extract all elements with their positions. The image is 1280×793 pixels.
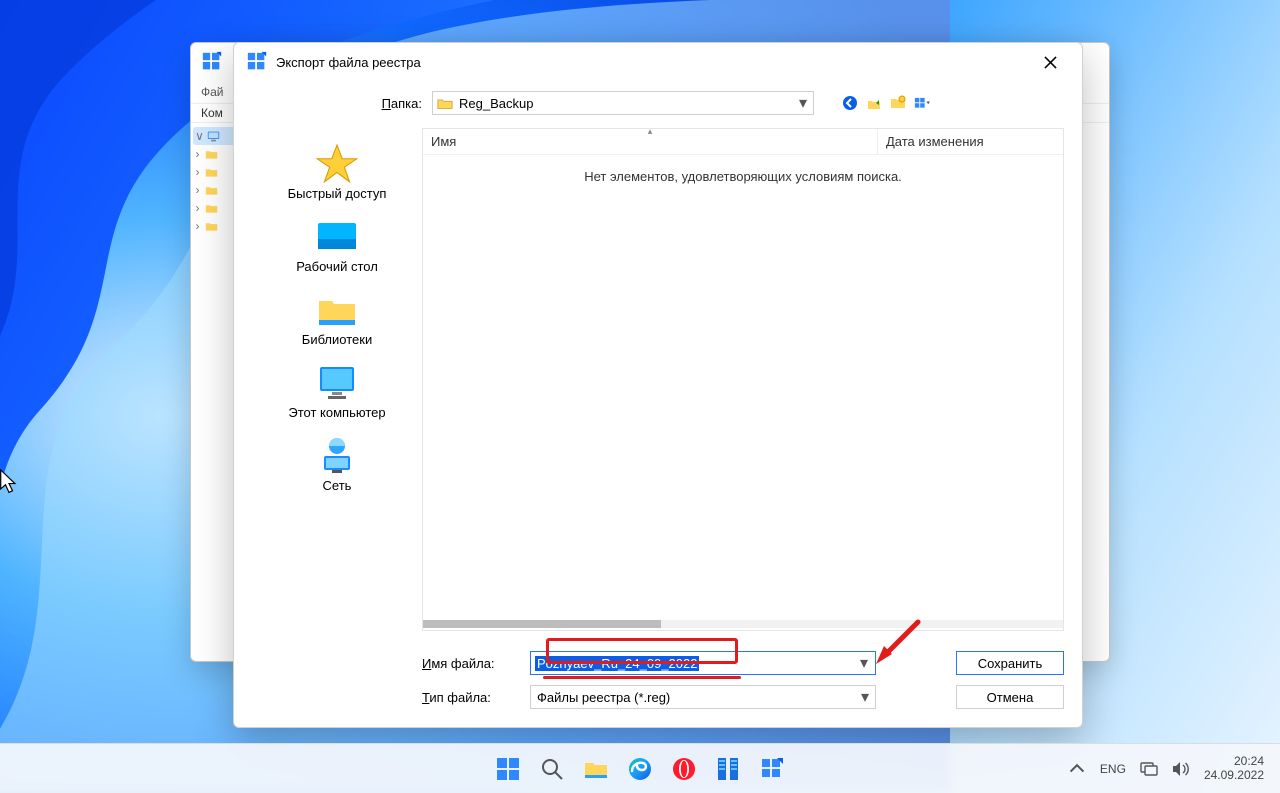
network-icon bbox=[316, 436, 358, 476]
opera-icon[interactable] bbox=[671, 756, 697, 782]
go-back-icon[interactable] bbox=[842, 95, 858, 111]
folder-icon bbox=[205, 202, 218, 215]
mouse-cursor-icon bbox=[0, 470, 18, 496]
tray-network-icon[interactable] bbox=[1140, 760, 1158, 778]
filetype-label: Тип файла: bbox=[422, 690, 516, 705]
filetype-value: Файлы реестра (*.reg) bbox=[537, 690, 861, 705]
sort-asc-icon: ▴ bbox=[648, 126, 653, 137]
folder-icon bbox=[205, 166, 218, 179]
save-button[interactable]: Сохранить bbox=[956, 651, 1064, 675]
nav-desktop[interactable]: Рабочий стол bbox=[296, 219, 378, 274]
folder-icon bbox=[437, 97, 453, 110]
filename-label: Имя файла: bbox=[422, 656, 516, 671]
views-menu-icon[interactable] bbox=[914, 95, 930, 111]
folder-icon bbox=[205, 184, 218, 197]
filetype-combobox[interactable]: Файлы реестра (*.reg) ▾ bbox=[530, 685, 876, 709]
libraries-icon bbox=[316, 293, 358, 327]
new-folder-icon[interactable] bbox=[890, 95, 906, 111]
nav-this-pc[interactable]: Этот компьютер bbox=[288, 365, 385, 420]
explorer-icon[interactable] bbox=[583, 756, 609, 782]
file-list[interactable]: ▴ Имя Дата изменения Нет элементов, удов… bbox=[422, 128, 1064, 631]
filename-value: Poznyaev_Ru_24_09_2022 bbox=[535, 656, 699, 671]
dialog-title: Экспорт файла реестра bbox=[276, 55, 421, 70]
computer-icon bbox=[207, 130, 220, 143]
regedit-app-icon bbox=[246, 51, 268, 73]
edge-icon[interactable] bbox=[627, 756, 653, 782]
search-icon[interactable] bbox=[539, 756, 565, 782]
nav-quick-access[interactable]: Быстрый доступ bbox=[288, 146, 387, 201]
monitor-icon bbox=[316, 364, 358, 402]
regedit-app-icon bbox=[201, 51, 223, 73]
cancel-button[interactable]: Отмена bbox=[956, 685, 1064, 709]
star-icon bbox=[316, 144, 358, 184]
tray-volume-icon[interactable] bbox=[1172, 760, 1190, 778]
tray-language[interactable]: ENG bbox=[1100, 762, 1126, 776]
chevron-down-icon: ▾ bbox=[853, 653, 875, 673]
export-registry-dialog: Экспорт файла реестра Папка: Reg_Backup … bbox=[233, 42, 1083, 728]
folder-combobox[interactable]: Reg_Backup ▾ bbox=[432, 91, 814, 115]
tray-clock[interactable]: 20:24 24.09.2022 bbox=[1204, 755, 1264, 783]
folder-icon bbox=[205, 148, 218, 161]
chevron-down-icon: ▾ bbox=[861, 687, 869, 707]
nav-network[interactable]: Сеть bbox=[316, 438, 358, 493]
desktop-icon bbox=[316, 221, 358, 253]
chevron-down-icon[interactable]: ∨ bbox=[195, 129, 204, 143]
app-icon[interactable] bbox=[715, 756, 741, 782]
filename-combobox[interactable]: Poznyaev_Ru_24_09_2022 ▾ bbox=[530, 651, 876, 675]
regedit-taskbar-icon[interactable] bbox=[759, 756, 785, 782]
close-button[interactable] bbox=[1030, 47, 1070, 77]
start-button[interactable] bbox=[495, 756, 521, 782]
horizontal-scrollbar[interactable] bbox=[423, 618, 1063, 630]
dialog-titlebar[interactable]: Экспорт файла реестра bbox=[234, 43, 1082, 81]
tray-chevron-up-icon[interactable] bbox=[1068, 760, 1086, 778]
folder-value: Reg_Backup bbox=[459, 96, 799, 111]
up-folder-icon[interactable] bbox=[866, 95, 882, 111]
folder-label: Папка: bbox=[372, 96, 422, 111]
empty-list-text: Нет элементов, удовлетворяющих условиям … bbox=[423, 155, 1063, 618]
folder-icon bbox=[205, 220, 218, 233]
nav-libraries[interactable]: Библиотеки bbox=[302, 292, 372, 347]
chevron-down-icon: ▾ bbox=[799, 93, 809, 113]
taskbar: ENG 20:24 24.09.2022 bbox=[0, 743, 1280, 793]
column-name[interactable]: ▴ Имя bbox=[423, 129, 878, 154]
column-date[interactable]: Дата изменения bbox=[878, 129, 1063, 154]
